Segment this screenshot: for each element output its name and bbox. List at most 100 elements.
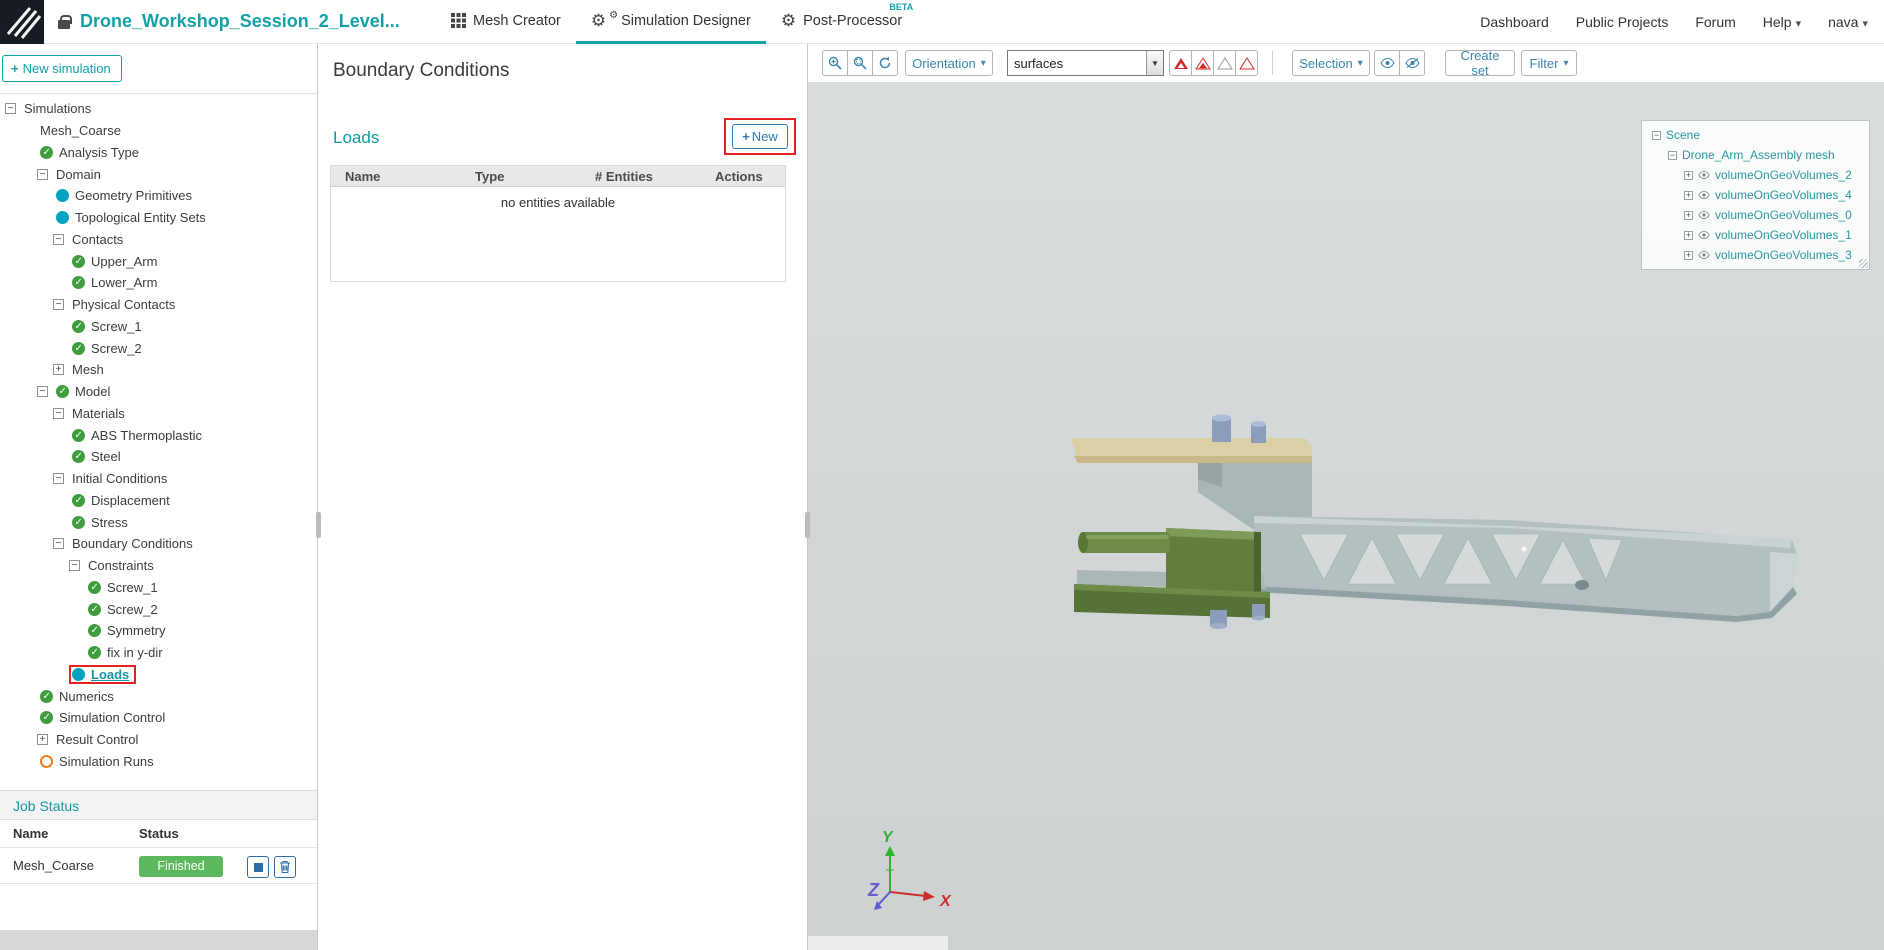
scene-volume-item[interactable]: volumeOnGeoVolumes_4 (1642, 185, 1869, 205)
tree-item[interactable]: Upper_Arm (0, 250, 317, 272)
tree-item[interactable]: Screw_1 (0, 577, 317, 599)
project-title[interactable]: Drone_Workshop_Session_2_Level... (80, 11, 400, 32)
expander-icon[interactable] (37, 386, 48, 398)
tree-item[interactable]: Boundary Conditions (0, 533, 317, 555)
scene-volume-item[interactable]: volumeOnGeoVolumes_0 (1642, 205, 1869, 225)
scene-volume-item[interactable]: volumeOnGeoVolumes_1 (1642, 225, 1869, 245)
tree-item[interactable]: Analysis Type (0, 142, 317, 164)
link-forum[interactable]: Forum (1695, 14, 1735, 30)
tree-item[interactable]: Contacts (0, 229, 317, 251)
visibility-eye-icon[interactable] (1698, 191, 1710, 199)
tree-item[interactable]: fix in y-dir (0, 642, 317, 664)
help-menu[interactable]: Help (1763, 14, 1801, 30)
simscale-logo[interactable] (0, 0, 44, 44)
reset-view-button[interactable] (872, 50, 898, 76)
selection-dropdown[interactable]: Selection (1292, 50, 1370, 76)
expander-icon[interactable] (53, 299, 64, 311)
expand-icon[interactable] (1684, 210, 1693, 220)
render-mode-select[interactable]: surfaces ▼ (1007, 50, 1164, 76)
tree-item[interactable]: Simulation Control (0, 707, 317, 729)
visibility-eye-icon[interactable] (1698, 231, 1710, 239)
mesh-quality-filter-group (1169, 50, 1258, 76)
scene-volume-item[interactable]: volumeOnGeoVolumes_2 (1642, 165, 1869, 185)
column-name: Name (13, 826, 49, 841)
orientation-dropdown[interactable]: Orientation (905, 50, 993, 76)
scene-mesh-label: Drone_Arm_Assembly mesh (1682, 148, 1835, 162)
tree-item[interactable]: Loads (0, 664, 317, 686)
viewport-3d-canvas[interactable]: Y X Z Scene Drone_Arm_Assembly mesh (808, 82, 1884, 950)
tree-item[interactable]: Simulations (0, 98, 317, 120)
gear-small-icon: ⚙ (609, 9, 619, 21)
tree-item[interactable]: Model (0, 381, 317, 403)
expander-icon[interactable] (53, 473, 64, 485)
tree-item[interactable]: Mesh_Coarse (0, 120, 317, 142)
tree-item[interactable]: Initial Conditions (0, 468, 317, 490)
expander-icon[interactable] (37, 734, 48, 746)
expand-icon[interactable] (1684, 250, 1693, 260)
scene-tree-panel[interactable]: Scene Drone_Arm_Assembly mesh (1641, 120, 1870, 270)
quality-filter-solid-button[interactable] (1169, 50, 1192, 76)
tree-item[interactable]: Symmetry (0, 620, 317, 642)
tree-item[interactable]: Screw_2 (0, 598, 317, 620)
scene-mesh-item[interactable]: Drone_Arm_Assembly mesh (1642, 145, 1869, 165)
link-public-projects[interactable]: Public Projects (1576, 14, 1669, 30)
quality-filter-outline-gray-button[interactable] (1213, 50, 1236, 76)
tree-item[interactable]: Stress (0, 511, 317, 533)
tree-item[interactable]: Mesh (0, 359, 317, 381)
tree-item[interactable]: ABS Thermoplastic (0, 424, 317, 446)
visibility-eye-icon[interactable] (1698, 171, 1710, 179)
link-dashboard[interactable]: Dashboard (1480, 14, 1549, 30)
tab-post-processor[interactable]: ⚙ Post-Processor BETA (766, 0, 917, 44)
panel-resize-handle[interactable] (805, 512, 810, 538)
scene-volume-item[interactable]: volumeOnGeoVolumes_3 (1642, 245, 1869, 265)
expander-icon[interactable] (53, 364, 64, 376)
tree-item-inner: Lower_Arm (69, 273, 164, 292)
user-menu[interactable]: nava (1828, 14, 1868, 30)
hide-selected-button[interactable] (1399, 50, 1425, 76)
tree-item[interactable]: Topological Entity Sets (0, 207, 317, 229)
expand-icon[interactable] (1684, 190, 1693, 200)
new-simulation-button[interactable]: New simulation (2, 55, 122, 82)
tree-item[interactable]: Result Control (0, 729, 317, 751)
filter-dropdown[interactable]: Filter (1521, 50, 1577, 76)
show-selected-button[interactable] (1374, 50, 1400, 76)
tree-item[interactable]: Steel (0, 446, 317, 468)
tree-item[interactable]: Screw_1 (0, 316, 317, 338)
expander-icon[interactable] (53, 538, 64, 550)
expander-icon[interactable] (53, 407, 64, 419)
collapse-icon[interactable] (1652, 130, 1661, 140)
tree-item[interactable]: Simulation Runs (0, 751, 317, 773)
triangle-outline-red-icon (1238, 56, 1255, 69)
tree-item-inner: Mesh_Coarse (37, 121, 128, 140)
tree-item[interactable]: Domain (0, 163, 317, 185)
expander-icon[interactable] (5, 103, 16, 115)
zoom-in-button[interactable] (822, 50, 848, 76)
tree-item[interactable]: Displacement (0, 490, 317, 512)
new-load-button[interactable]: New (732, 124, 788, 149)
tab-simulation-designer[interactable]: ⚙ ⚙ Simulation Designer (575, 0, 766, 44)
tree-item[interactable]: Materials (0, 403, 317, 425)
expand-icon[interactable] (1684, 170, 1693, 180)
panel-resize-handle[interactable] (316, 512, 321, 538)
visibility-eye-icon[interactable] (1698, 251, 1710, 259)
expander-icon[interactable] (37, 168, 48, 180)
expander-icon[interactable] (53, 233, 64, 245)
expand-icon[interactable] (1684, 230, 1693, 240)
tree-item[interactable]: Geometry Primitives (0, 185, 317, 207)
tree-item[interactable]: Numerics (0, 685, 317, 707)
quality-filter-outline-red-button[interactable] (1235, 50, 1258, 76)
collapse-icon[interactable] (1668, 150, 1677, 160)
scene-root-item[interactable]: Scene (1642, 125, 1869, 145)
tree-item[interactable]: Physical Contacts (0, 294, 317, 316)
visibility-eye-icon[interactable] (1698, 211, 1710, 219)
zoom-window-button[interactable] (847, 50, 873, 76)
tree-item[interactable]: Lower_Arm (0, 272, 317, 294)
stop-job-button[interactable] (247, 856, 269, 878)
delete-job-button[interactable] (274, 856, 296, 878)
tree-item[interactable]: Constraints (0, 555, 317, 577)
tab-mesh-creator[interactable]: Mesh Creator (436, 0, 576, 44)
expander-icon[interactable] (69, 560, 80, 572)
create-set-button[interactable]: Create set (1445, 48, 1515, 78)
tree-item[interactable]: Screw_2 (0, 337, 317, 359)
quality-filter-half-button[interactable] (1191, 50, 1214, 76)
